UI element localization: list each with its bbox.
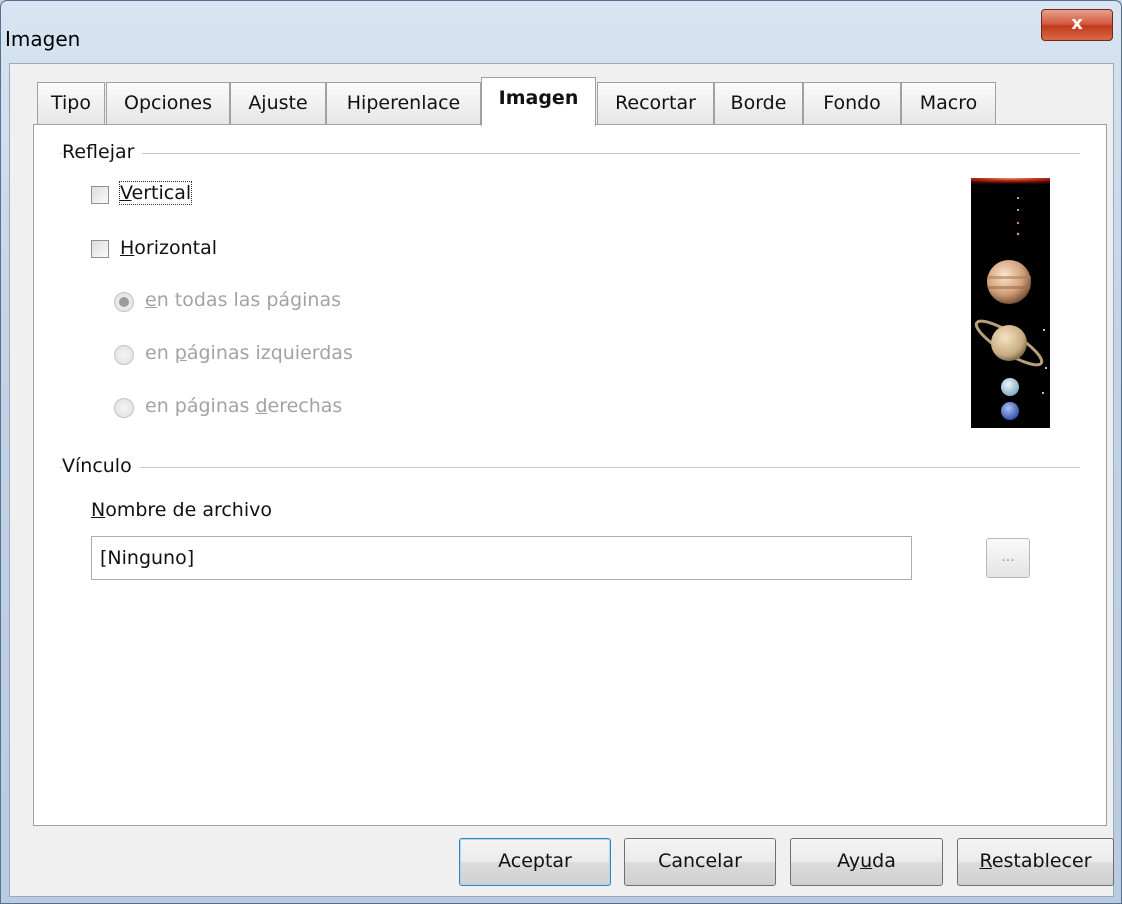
radio-all-pages-label[interactable]: en todas las páginas bbox=[145, 289, 341, 311]
filename-mnemonic: N bbox=[91, 499, 106, 521]
vertical-checkbox[interactable] bbox=[91, 186, 109, 204]
horizontal-label-text: orizontal bbox=[134, 237, 218, 259]
tab-label: Recortar bbox=[615, 92, 696, 114]
browse-button[interactable]: ... bbox=[986, 538, 1030, 578]
filename-field[interactable]: [Ninguno] bbox=[91, 536, 912, 580]
tab-recortar[interactable]: Recortar bbox=[597, 82, 714, 124]
filename-label: Nombre de archivo bbox=[91, 499, 272, 521]
planets-image bbox=[971, 178, 1050, 428]
label-part: en páginas bbox=[145, 395, 256, 417]
label-part: erechas bbox=[267, 395, 343, 417]
section-divider bbox=[60, 467, 1080, 468]
horizontal-checkbox[interactable] bbox=[91, 240, 109, 258]
section-title-vinculo: Vínculo bbox=[62, 455, 140, 477]
vertical-label[interactable]: Vertical bbox=[118, 181, 193, 205]
horizontal-mnemonic: H bbox=[120, 237, 135, 259]
cancel-button[interactable]: Cancelar bbox=[624, 838, 776, 886]
section-title-reflejar: Reflejar bbox=[62, 141, 143, 163]
tab-label: Fondo bbox=[823, 92, 881, 114]
radio-all-pages[interactable] bbox=[114, 292, 134, 312]
button-mnemonic: u bbox=[860, 850, 873, 872]
tab-label: Tipo bbox=[51, 92, 91, 114]
title-bar[interactable]: Imagen x bbox=[1, 1, 1121, 63]
vertical-label-text: ertical bbox=[131, 182, 192, 204]
button-text: establecer bbox=[991, 850, 1092, 872]
label-mnemonic: d bbox=[255, 395, 268, 417]
tab-hiperenlace[interactable]: Hiperenlace bbox=[326, 82, 481, 124]
tab-opciones[interactable]: Opciones bbox=[106, 82, 230, 124]
tab-macro[interactable]: Macro bbox=[901, 82, 996, 124]
button-text: da bbox=[872, 850, 896, 872]
close-icon: x bbox=[1071, 13, 1083, 34]
label-part: áginas izquierdas bbox=[186, 342, 353, 364]
tab-panel-imagen bbox=[33, 124, 1107, 826]
tab-fondo[interactable]: Fondo bbox=[803, 82, 901, 124]
close-button[interactable]: x bbox=[1041, 9, 1113, 41]
button-mnemonic: R bbox=[979, 850, 992, 872]
tab-label: Imagen bbox=[498, 87, 579, 109]
tab-ajuste[interactable]: Ajuste bbox=[230, 82, 326, 124]
radio-right-pages-label[interactable]: en páginas derechas bbox=[145, 395, 342, 417]
label-part: n todas las páginas bbox=[156, 289, 341, 311]
section-divider bbox=[60, 153, 1080, 154]
tab-label: Macro bbox=[919, 92, 978, 114]
ok-button[interactable]: Aceptar bbox=[459, 838, 611, 886]
button-text: Ay bbox=[837, 850, 861, 872]
vertical-mnemonic: V bbox=[120, 182, 132, 204]
tab-label: Hiperenlace bbox=[346, 92, 461, 114]
ellipsis-icon: ... bbox=[1001, 549, 1015, 565]
tab-imagen[interactable]: Imagen bbox=[481, 77, 596, 126]
tab-label: Ajuste bbox=[248, 92, 308, 114]
reset-button[interactable]: Restablecer bbox=[957, 838, 1114, 886]
help-button[interactable]: Ayuda bbox=[790, 838, 943, 886]
label-mnemonic: e bbox=[145, 289, 157, 311]
tab-tipo[interactable]: Tipo bbox=[37, 82, 105, 124]
image-preview bbox=[971, 178, 1050, 428]
radio-right-pages[interactable] bbox=[114, 398, 134, 418]
radio-left-pages-label[interactable]: en páginas izquierdas bbox=[145, 342, 353, 364]
window-title: Imagen bbox=[5, 27, 81, 51]
tab-label: Opciones bbox=[124, 92, 212, 114]
horizontal-label[interactable]: Horizontal bbox=[120, 237, 217, 259]
label-mnemonic: p bbox=[174, 342, 187, 364]
tab-borde[interactable]: Borde bbox=[714, 82, 803, 124]
filename-label-text: ombre de archivo bbox=[105, 499, 272, 521]
label-part: en bbox=[145, 342, 175, 364]
radio-left-pages[interactable] bbox=[114, 345, 134, 365]
tab-label: Borde bbox=[730, 92, 787, 114]
